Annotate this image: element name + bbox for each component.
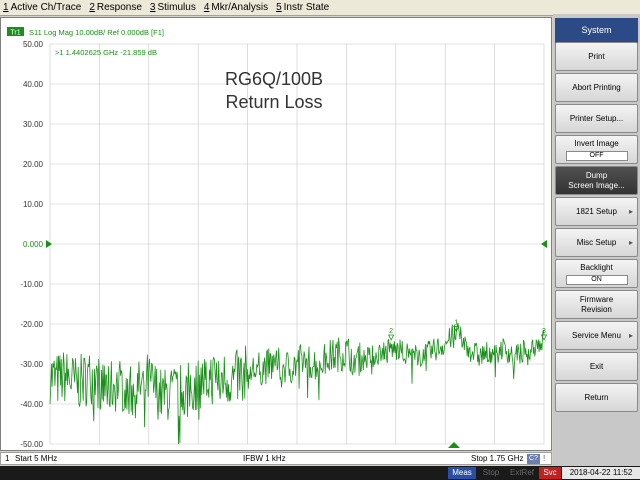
marker-3-label: 3 — [542, 328, 546, 335]
menu-active-ch-trace[interactable]: 1 Active Ch/Trace — [0, 2, 86, 13]
misc-setup-button[interactable]: Misc Setup ▸ — [555, 228, 638, 257]
trace-display[interactable]: 50.00 40.00 30.00 20.00 10.00 0.000 -10.00 -20.… — [0, 17, 552, 451]
y-tick-label: 50.00 — [23, 40, 44, 49]
stop-indicator: Stop — [482, 468, 500, 477]
invert-image-button[interactable]: Invert Image OFF — [555, 135, 638, 164]
y-tick-label: -50.00 — [20, 440, 43, 449]
menu-stimulus[interactable]: 3 Stimulus — [147, 2, 201, 13]
y-tick-label: 30.00 — [23, 120, 44, 129]
network-analyzer-window: 1 Active Ch/Trace 2 Response 3 Stimulus 4 Mk… — [0, 0, 640, 480]
dump-screen-image-button[interactable]: Dump Screen Image... — [555, 166, 638, 195]
status-indicator: ! — [543, 454, 546, 463]
channel-status-badge: C? — [527, 454, 540, 464]
meas-indicator: Meas — [448, 467, 476, 479]
menu-instr-state[interactable]: 5 Instr State — [273, 2, 334, 13]
channel-number: 1 — [5, 454, 10, 463]
y-tick-label: -30.00 — [20, 360, 43, 369]
marker-group: 1 2 3 — [387, 319, 548, 341]
ifbw[interactable]: IFBW 1 kHz — [243, 454, 286, 463]
menu-mkr-analysis[interactable]: 4 Mkr/Analysis — [201, 2, 273, 13]
chevron-right-icon: ▸ — [628, 238, 633, 247]
extref-indicator: ExtRef — [509, 468, 534, 477]
return-button[interactable]: Return — [555, 383, 638, 412]
overlay-title-line2: Return Loss — [225, 92, 322, 112]
firmware-revision-button[interactable]: Firmware Revision — [555, 290, 638, 319]
backlight-button[interactable]: Backlight ON — [555, 259, 638, 288]
invert-image-value: OFF — [565, 150, 628, 161]
y-tick-labels: 50.00 40.00 30.00 20.00 10.00 0.000 -10.00 -20.… — [20, 40, 43, 449]
trace-badge[interactable]: Tr1 — [10, 30, 20, 37]
y-tick-label: 20.00 — [23, 160, 44, 169]
svc-indicator: Svc — [539, 467, 561, 479]
date-time: 2018-04-22 11:52 — [562, 467, 640, 479]
active-marker-arrow[interactable] — [448, 442, 460, 448]
y-tick-label: 0.000 — [23, 240, 44, 249]
backlight-value: ON — [565, 274, 628, 285]
chevron-right-icon: ▸ — [628, 207, 633, 216]
instrument-status-bar: Meas Stop ExtRef Svc 2018-04-22 11:52 — [0, 466, 640, 480]
stop-frequency[interactable]: Stop 1.75 GHz — [471, 454, 523, 463]
softkey-panel: System Print Abort Printing Printer Setu… — [553, 14, 640, 466]
y-tick-label: 10.00 — [23, 200, 44, 209]
chevron-right-icon: ▸ — [628, 331, 633, 340]
marker-readout: >1 1.4402625 GHz -21.859 dB — [55, 48, 157, 57]
trace-header: S11 Log Mag 10.00dB/ Ref 0.000dB [F1] — [29, 28, 164, 37]
menu-response[interactable]: 2 Response — [86, 2, 147, 13]
setup-1821-button[interactable]: 1821 Setup ▸ — [555, 197, 638, 226]
panel-title: System — [555, 18, 638, 43]
y-tick-label: -10.00 — [20, 280, 43, 289]
overlay-title-line1: RG6Q/100B — [225, 69, 323, 89]
y-tick-label: -40.00 — [20, 400, 43, 409]
y-tick-label: -20.00 — [20, 320, 43, 329]
abort-printing-button[interactable]: Abort Printing — [555, 73, 638, 102]
reference-arrow-left[interactable] — [46, 240, 52, 248]
y-tick-label: 40.00 — [23, 80, 44, 89]
service-menu-button[interactable]: Service Menu ▸ — [555, 321, 638, 350]
menu-bar: 1 Active Ch/Trace 2 Response 3 Stimulus 4 Mk… — [0, 0, 640, 16]
channel-status-line: 1 Start 5 MHz IFBW 1 kHz Stop 1.75 GHz C… — [0, 452, 552, 465]
marker-2-icon[interactable] — [387, 334, 395, 341]
marker-1-label: 1 — [454, 319, 458, 326]
trace-chart: 50.00 40.00 30.00 20.00 10.00 0.000 -10.00 -20.… — [7, 27, 548, 449]
exit-button[interactable]: Exit — [555, 352, 638, 381]
start-frequency[interactable]: Start 5 MHz — [15, 454, 57, 463]
printer-setup-button[interactable]: Printer Setup... — [555, 104, 638, 133]
print-button[interactable]: Print — [555, 42, 638, 71]
marker-2-label: 2 — [389, 328, 393, 335]
